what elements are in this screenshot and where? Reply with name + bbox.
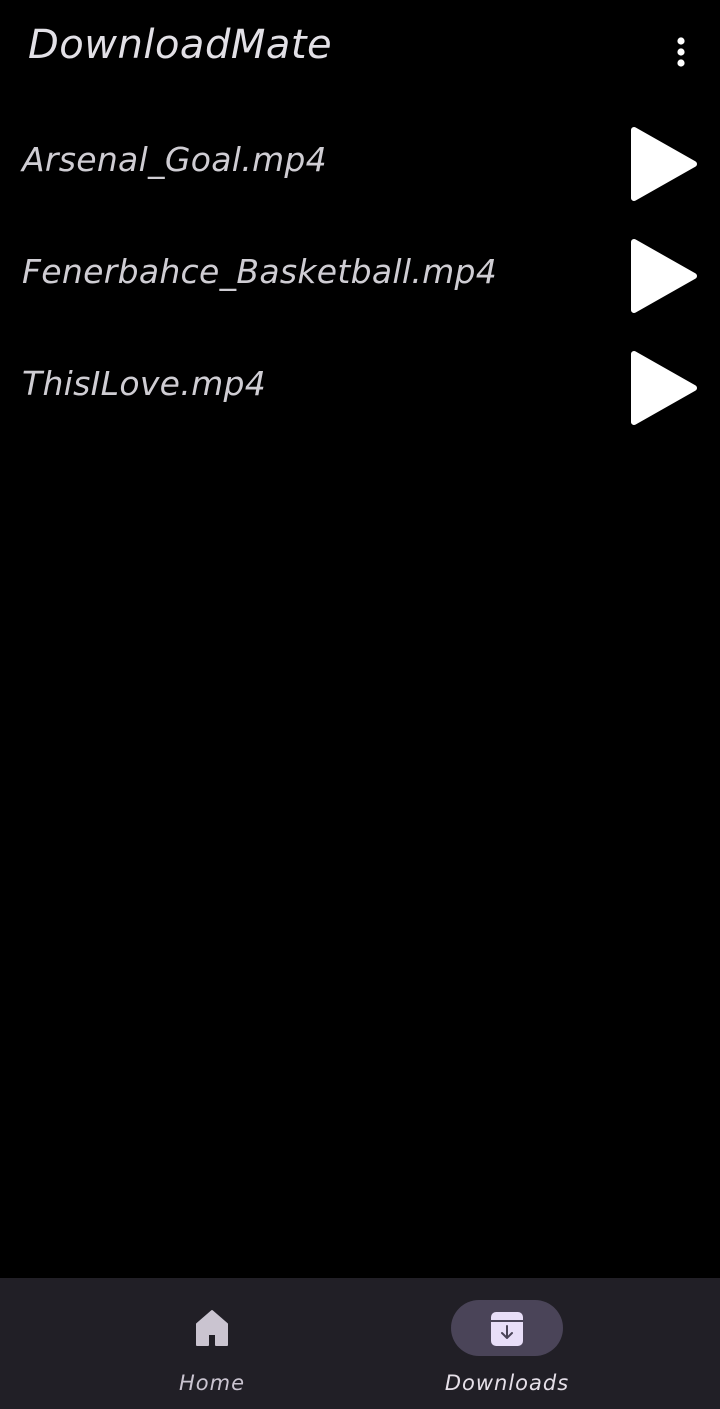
nav-label-home: Home [178, 1371, 245, 1395]
list-item[interactable]: Fenerbahce_Basketball.mp4 [0, 218, 720, 330]
more-vert-icon [677, 37, 685, 67]
file-name: Arsenal_Goal.mp4 [22, 140, 327, 179]
file-name: ThisILove.mp4 [22, 364, 267, 403]
play-icon[interactable] [628, 238, 700, 314]
list-item[interactable]: Arsenal_Goal.mp4 [0, 106, 720, 218]
more-options-button[interactable] [662, 30, 700, 74]
top-app-bar: DownloadMate [0, 0, 720, 100]
nav-item-home[interactable]: Home [102, 1278, 322, 1409]
download-box-icon [491, 1312, 523, 1346]
app-title: DownloadMate [28, 22, 333, 68]
nav-item-downloads[interactable]: Downloads [397, 1278, 617, 1409]
play-icon[interactable] [628, 350, 700, 426]
file-name: Fenerbahce_Basketball.mp4 [22, 252, 498, 291]
nav-label-downloads: Downloads [444, 1371, 570, 1395]
bottom-navigation-bar: Home Downloads [0, 1278, 720, 1409]
list-item[interactable]: ThisILove.mp4 [0, 330, 720, 442]
downloads-list: Arsenal_Goal.mp4 Fenerbahce_Basketball.m… [0, 106, 720, 442]
play-icon[interactable] [628, 126, 700, 202]
app-screen: DownloadMate Arsenal_Goal.mp4 Fenerbahce… [0, 0, 720, 1409]
home-icon [196, 1310, 228, 1346]
